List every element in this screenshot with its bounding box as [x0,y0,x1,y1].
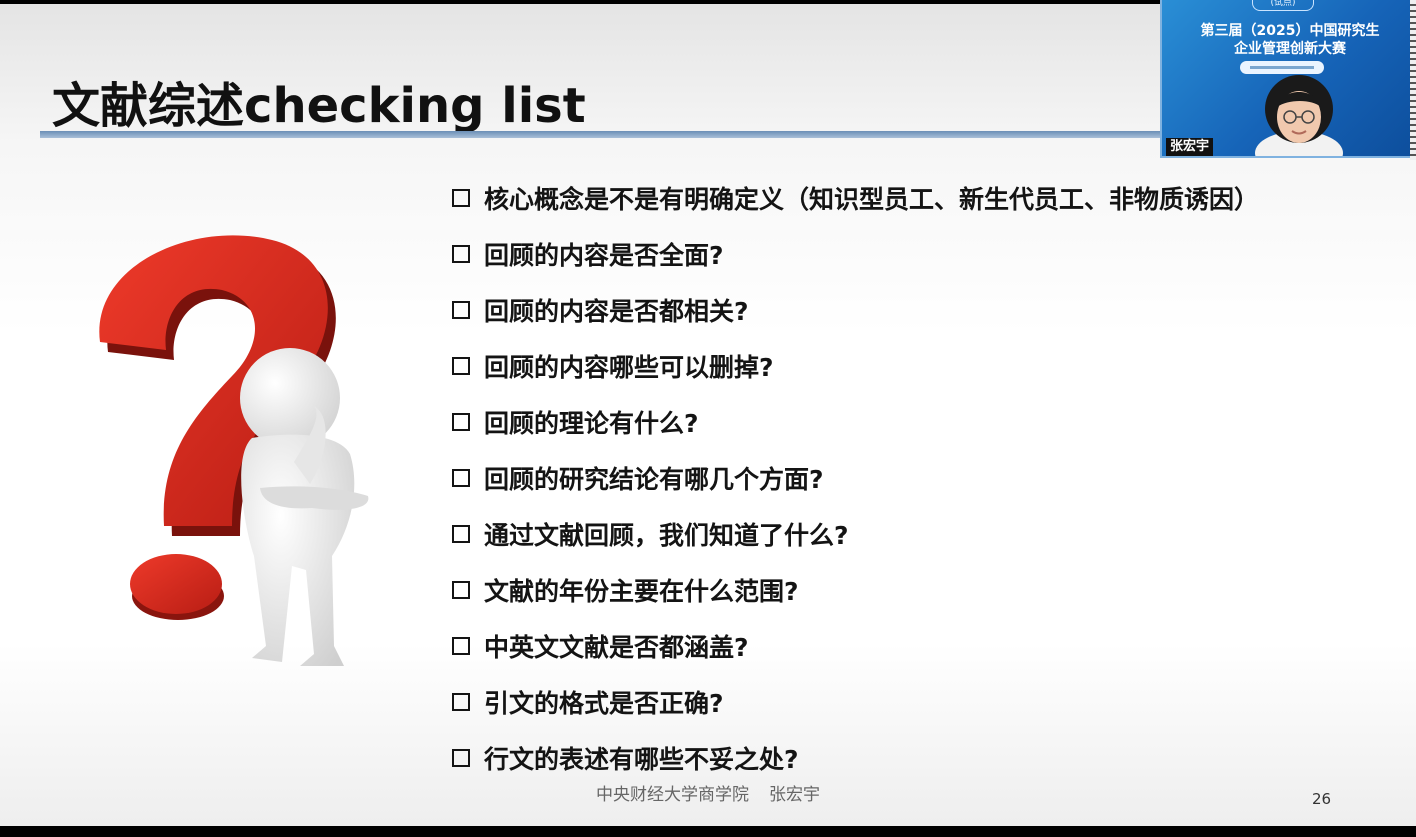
page-number: 26 [1312,790,1332,808]
checklist-item: 引文的格式是否正确? [452,674,1259,730]
speaker-name-label: 张宏宇 [1166,138,1214,156]
footer-school: 中央财经大学商学院 [596,785,749,805]
checklist-item: 回顾的理论有什么? [452,394,1259,450]
checkbox-square-icon [452,693,470,711]
checklist-item: 回顾的研究结论有哪几个方面? [452,450,1259,506]
checkbox-square-icon [452,357,470,375]
checklist-item: 行文的表述有哪些不妥之处? [452,730,1259,786]
checklist-item: 回顾的内容是否都相关? [452,282,1259,338]
checklist-item: 中英文文献是否都涵盖? [452,618,1259,674]
checkbox-square-icon [452,525,470,543]
checkbox-square-icon [452,301,470,319]
footer-author: 张宏宇 [769,785,820,805]
checklist-item: 通过文献回顾，我们知道了什么? [452,506,1259,562]
checkbox-square-icon [452,413,470,431]
slide-title: 文献综述checking list [52,78,586,134]
checklist-item: 回顾的内容是否全面? [452,226,1259,282]
checkbox-square-icon [452,637,470,655]
video-banner-line2: 企业管理创新大赛 [1234,41,1346,57]
checklist-item: 核心概念是不是有明确定义（知识型员工、新生代员工、非物质诱因） [452,170,1259,226]
checklist-item: 回顾的内容哪些可以删掉? [452,338,1259,394]
checkbox-square-icon [452,189,470,207]
checklist-item: 文献的年份主要在什么范围? [452,562,1259,618]
question-mark-figure-illustration [99,235,369,666]
speaker-avatar [1255,75,1343,156]
checkbox-square-icon [452,245,470,263]
window-edge-strip [1410,0,1416,160]
checklist: 核心概念是不是有明确定义（知识型员工、新生代员工、非物质诱因） 回顾的内容是否全… [452,170,1259,786]
slide-footer: 中央财经大学商学院 张宏宇 [0,780,1416,805]
checkbox-square-icon [452,469,470,487]
checkbox-square-icon [452,749,470,767]
video-banner-tag: (试点) [1252,0,1314,11]
checkbox-square-icon [452,581,470,599]
speaker-video-window[interactable]: (试点) 第三届（2025）中国研究生 企业管理创新大赛 张宏宇 [1160,0,1416,158]
video-banner-line1: 第三届（2025）中国研究生 [1200,23,1380,39]
